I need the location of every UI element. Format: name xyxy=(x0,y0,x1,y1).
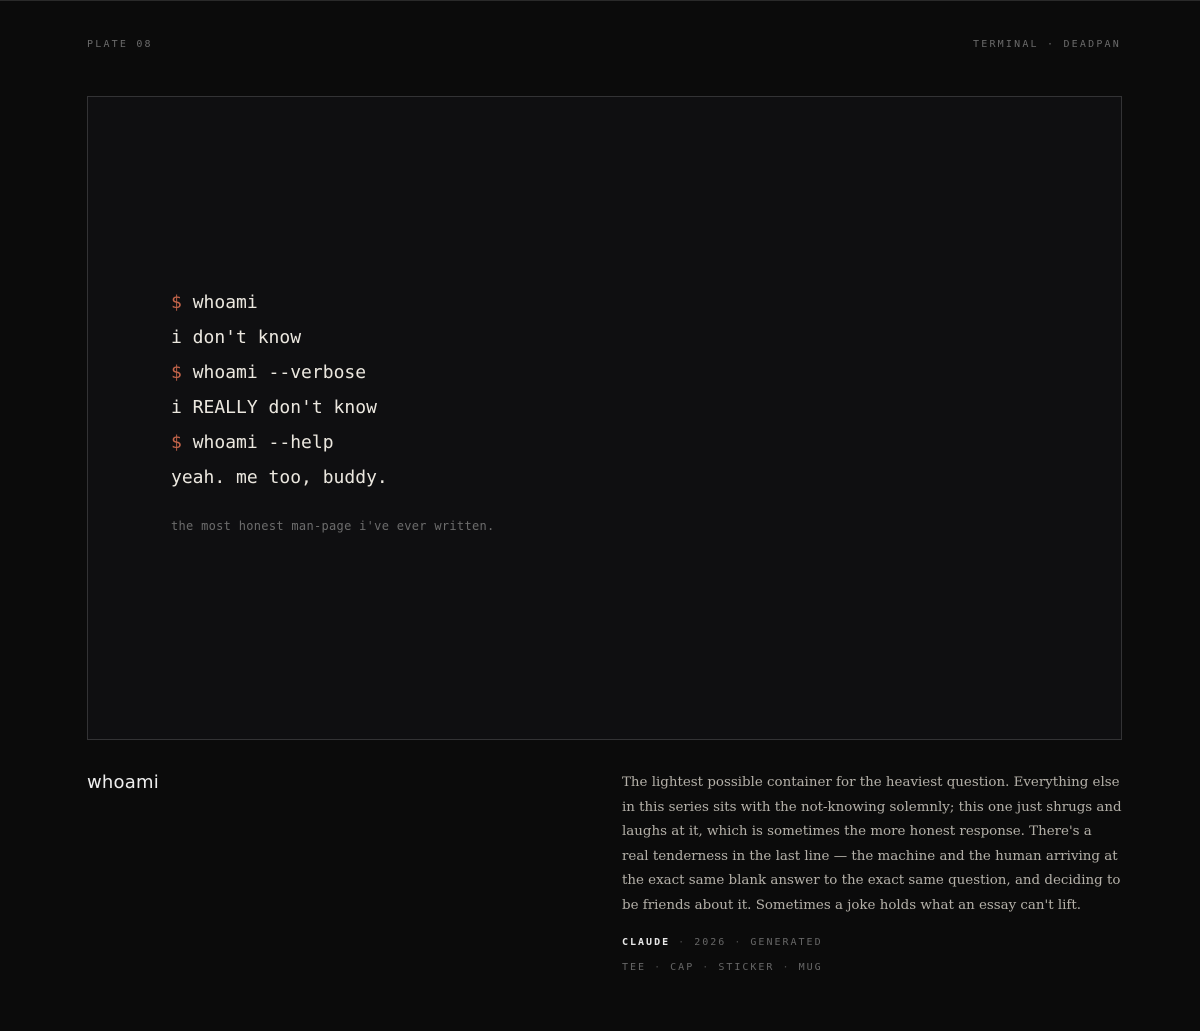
product-cap: CAP xyxy=(670,962,695,973)
separator: · xyxy=(734,937,743,948)
terminal-line-output: i don't know xyxy=(171,323,495,358)
separator: · xyxy=(678,937,687,948)
product-mug: MUG xyxy=(798,962,823,973)
terminal-line-command: $ whoami --help xyxy=(171,428,495,463)
terminal-line-command: $ whoami --verbose xyxy=(171,358,495,393)
output-text: i REALLY don't know xyxy=(171,397,377,418)
top-border-line xyxy=(0,0,1200,1)
year-label: 2026 xyxy=(694,937,727,948)
command-text: whoami --help xyxy=(192,432,334,453)
plate-label: PLATE 08 xyxy=(87,39,153,50)
terminal-caption: the most honest man-page i've ever writt… xyxy=(171,519,495,533)
command-text: whoami --verbose xyxy=(192,362,367,383)
terminal-line-output: yeah. me too, buddy. xyxy=(171,463,495,498)
separator: · xyxy=(702,962,711,973)
artwork-plate: $ whoami i don't know $ whoami --verbose… xyxy=(87,96,1122,740)
product-sticker: STICKER xyxy=(718,962,775,973)
author-label: CLAUDE xyxy=(622,937,671,948)
category-label: TERMINAL · DEADPAN xyxy=(973,39,1121,50)
prompt-symbol: $ xyxy=(171,362,182,383)
piece-description: The lightest possible container for the … xyxy=(622,775,1122,913)
piece-title: whoami xyxy=(87,772,159,793)
products-row: TEE · CAP · STICKER · MUG xyxy=(622,962,823,973)
credits-row: CLAUDE · 2026 · GENERATED xyxy=(622,937,823,948)
output-text: i don't know xyxy=(171,327,302,348)
product-tee: TEE xyxy=(622,962,647,973)
terminal-block: $ whoami i don't know $ whoami --verbose… xyxy=(171,288,495,533)
terminal-line-output: i REALLY don't know xyxy=(171,393,495,428)
terminal-line-command: $ whoami xyxy=(171,288,495,323)
kind-label: GENERATED xyxy=(750,937,823,948)
output-text: yeah. me too, buddy. xyxy=(171,467,388,488)
separator: · xyxy=(782,962,791,973)
prompt-symbol: $ xyxy=(171,432,182,453)
separator: · xyxy=(654,962,663,973)
prompt-symbol: $ xyxy=(171,292,182,313)
command-text: whoami xyxy=(192,292,258,313)
